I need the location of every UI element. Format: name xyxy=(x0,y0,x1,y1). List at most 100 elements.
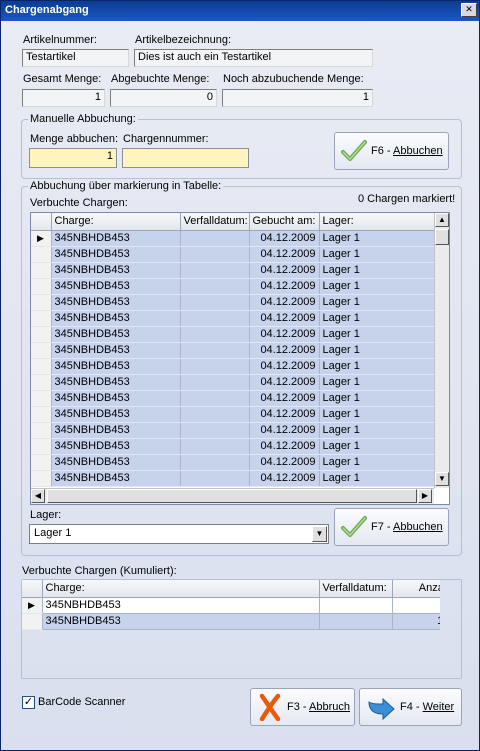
check-icon xyxy=(341,140,367,161)
cell-charge: 345NBHDB453 xyxy=(51,454,181,471)
scroll-thumb[interactable] xyxy=(435,229,449,245)
charge-number-input[interactable] xyxy=(122,148,249,168)
grid-corner xyxy=(31,213,52,231)
cell-charge: 345NBHDB453 xyxy=(51,326,181,343)
f4-next-button[interactable]: F4 - Weiter xyxy=(359,688,462,726)
cell-expiry xyxy=(180,310,250,327)
col-storage[interactable]: Lager: xyxy=(319,213,436,231)
cell-storage: Lager 1 xyxy=(319,278,436,295)
cell-expiry xyxy=(180,422,250,439)
cell-charge: 345NBHDB453 xyxy=(51,390,181,407)
chevron-down-icon[interactable]: ▼ xyxy=(312,526,327,542)
row-selector[interactable] xyxy=(31,294,52,311)
scroll-left-button[interactable]: ◀ xyxy=(31,489,45,503)
cell-booked-on: 04.12.2009 xyxy=(249,278,320,295)
table-row[interactable]: 345NBHDB453 04.12.2009 Lager 1 xyxy=(31,454,436,471)
cell-storage: Lager 1 xyxy=(319,246,436,263)
table-row[interactable]: 345NBHDB453 04.12.2009 Lager 1 xyxy=(31,358,436,375)
row-selector[interactable] xyxy=(31,246,52,263)
cell-booked-on: 04.12.2009 xyxy=(249,230,320,247)
table-row[interactable]: 345NBHDB453 04.12.2009 Lager 1 xyxy=(31,294,436,311)
row-pointer-icon[interactable]: ▶ xyxy=(31,230,52,247)
row-selector[interactable] xyxy=(31,438,52,455)
horizontal-scrollbar[interactable]: ◀ ▶ xyxy=(31,488,434,504)
row-selector[interactable] xyxy=(31,342,52,359)
table-row[interactable]: 345NBHDB453 04.12.2009 Lager 1 xyxy=(31,422,436,439)
charges-grid[interactable]: Charge: Verfalldatum: Gebucht am: Lager:… xyxy=(30,212,450,505)
cell-booked-on: 04.12.2009 xyxy=(249,342,320,359)
cumulated-row[interactable]: ▶345NBHDB453 53 xyxy=(22,597,440,614)
table-row[interactable]: 345NBHDB453 04.12.2009 Lager 1 xyxy=(31,470,436,487)
arrow-right-icon xyxy=(368,697,395,720)
cell-charge: 345NBHDB453 xyxy=(51,230,181,247)
cell-expiry xyxy=(180,230,250,247)
cell-charge: 345NBHDB453 xyxy=(51,358,181,375)
table-row[interactable]: 345NBHDB453 04.12.2009 Lager 1 xyxy=(31,326,436,343)
table-row[interactable]: 345NBHDB453 04.12.2009 Lager 1 xyxy=(31,406,436,423)
cell-booked-on: 04.12.2009 xyxy=(249,454,320,471)
table-row[interactable]: 345NBHDB453 04.12.2009 Lager 1 xyxy=(31,342,436,359)
qty-input[interactable]: 1 xyxy=(29,148,117,168)
row-selector[interactable] xyxy=(31,262,52,279)
total-qty-label: Gesamt Menge: xyxy=(23,73,102,85)
marked-count: 0 Chargen markiert! xyxy=(358,193,456,205)
cell-booked-on: 04.12.2009 xyxy=(249,262,320,279)
col-booked-on[interactable]: Gebucht am: xyxy=(249,213,320,231)
row-selector[interactable] xyxy=(31,278,52,295)
cell-charge: 345NBHDB453 xyxy=(51,438,181,455)
row-selector[interactable] xyxy=(31,358,52,375)
table-row[interactable]: ▶ 345NBHDB453 04.12.2009 Lager 1 xyxy=(31,230,436,247)
cell-booked-on: 04.12.2009 xyxy=(249,374,320,391)
scroll-down-button[interactable]: ▼ xyxy=(435,472,449,486)
cell-charge: 345NBHDB453 xyxy=(51,246,181,263)
table-row[interactable]: 345NBHDB453 04.12.2009 Lager 1 xyxy=(31,262,436,279)
cell-charge: 345NBHDB453 xyxy=(51,294,181,311)
cell-storage: Lager 1 xyxy=(319,470,436,487)
row-selector[interactable] xyxy=(31,310,52,327)
row-selector[interactable] xyxy=(31,422,52,439)
cum-col-count[interactable]: Anzahl: xyxy=(392,580,440,598)
cum-col-charge[interactable]: Charge: xyxy=(42,580,320,598)
barcode-checkbox[interactable]: ✓ xyxy=(22,696,35,709)
vertical-scrollbar[interactable]: ▲ ▼ xyxy=(434,213,449,488)
f7-button-text: F7 - Abbuchen xyxy=(371,521,443,533)
f4-button-text: F4 - Weiter xyxy=(400,701,455,713)
row-selector[interactable] xyxy=(31,406,52,423)
cum-col-expiry[interactable]: Verfalldatum: xyxy=(319,580,393,598)
table-row[interactable]: 345NBHDB453 04.12.2009 Lager 1 xyxy=(31,390,436,407)
row-pointer-icon[interactable]: ▶ xyxy=(22,597,43,614)
close-button[interactable]: ✕ xyxy=(461,3,477,17)
f3-cancel-button[interactable]: F3 - Abbruch xyxy=(250,688,355,726)
row-selector[interactable] xyxy=(31,326,52,343)
row-selector[interactable] xyxy=(31,470,52,487)
scroll-up-button[interactable]: ▲ xyxy=(435,213,449,227)
scroll-right-button[interactable]: ▶ xyxy=(418,489,432,503)
cell-expiry xyxy=(180,438,250,455)
row-selector[interactable] xyxy=(22,613,43,630)
cell-booked-on: 04.12.2009 xyxy=(249,310,320,327)
table-row[interactable]: 345NBHDB453 04.12.2009 Lager 1 xyxy=(31,278,436,295)
article-number-field: Testartikel xyxy=(22,49,129,67)
table-row[interactable]: 345NBHDB453 04.12.2009 Lager 1 xyxy=(31,310,436,327)
cell-expiry xyxy=(180,262,250,279)
cum-cell-count: 100 xyxy=(392,613,440,630)
col-expiry[interactable]: Verfalldatum: xyxy=(180,213,250,231)
cell-expiry xyxy=(180,246,250,263)
cell-expiry xyxy=(180,342,250,359)
cell-charge: 345NBHDB453 xyxy=(51,470,181,487)
table-row[interactable]: 345NBHDB453 04.12.2009 Lager 1 xyxy=(31,246,436,263)
cumulated-grid[interactable]: Charge: Verfalldatum: Anzahl: ▶345NBHDB4… xyxy=(22,580,440,630)
booked-qty-label: Abgebuchte Menge: xyxy=(111,73,210,85)
row-selector[interactable] xyxy=(31,454,52,471)
f7-book-button[interactable]: F7 - Abbuchen xyxy=(334,508,449,546)
table-row[interactable]: 345NBHDB453 04.12.2009 Lager 1 xyxy=(31,438,436,455)
row-selector[interactable] xyxy=(31,374,52,391)
row-selector[interactable] xyxy=(31,390,52,407)
storage-select[interactable]: Lager 1 ▼ xyxy=(29,524,329,544)
scroll-h-thumb[interactable] xyxy=(47,489,417,503)
f6-book-button[interactable]: F6 - Abbuchen xyxy=(334,132,449,170)
table-row[interactable]: 345NBHDB453 04.12.2009 Lager 1 xyxy=(31,374,436,391)
cumulated-row[interactable]: 345NBHDB453 100 xyxy=(22,613,440,630)
cell-storage: Lager 1 xyxy=(319,326,436,343)
col-charge[interactable]: Charge: xyxy=(51,213,181,231)
